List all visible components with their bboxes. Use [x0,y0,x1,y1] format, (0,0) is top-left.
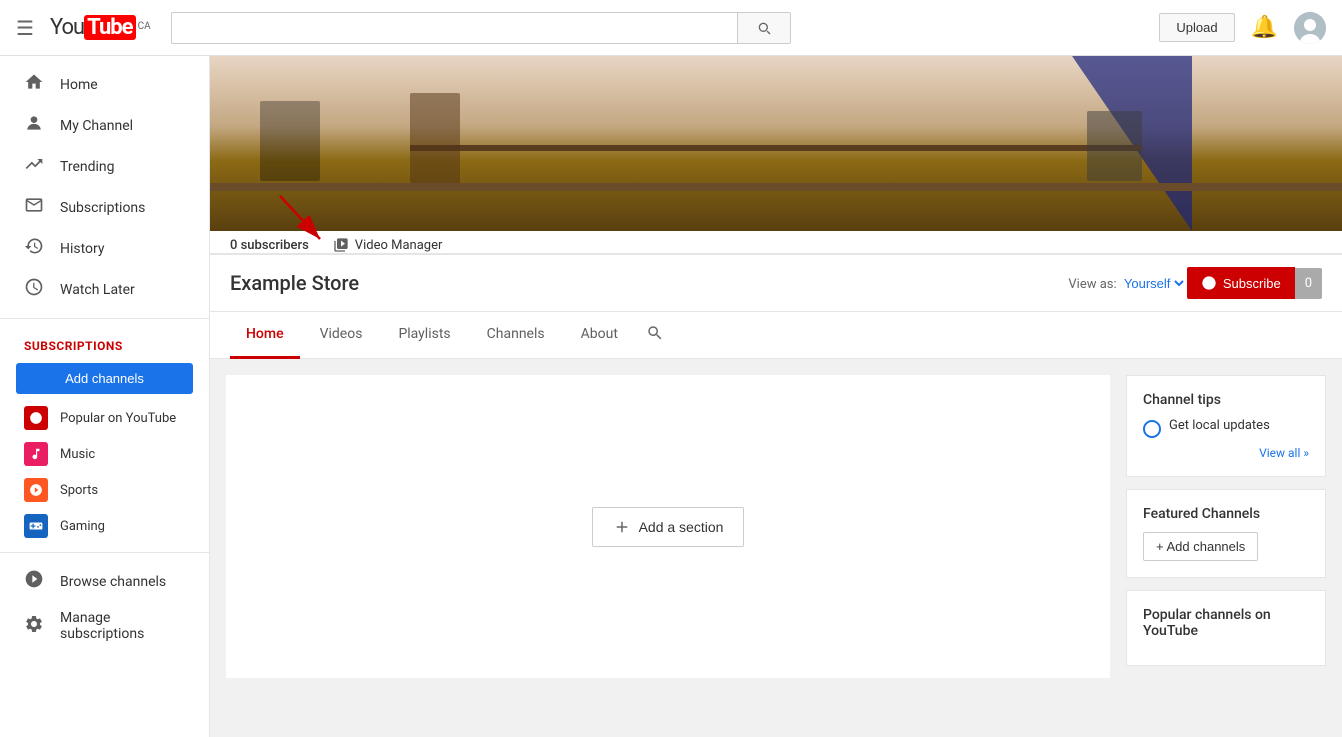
popular-channels-widget: Popular channels on YouTube [1126,590,1326,666]
watchlater-icon [24,277,44,302]
tab-channels[interactable]: Channels [471,312,561,359]
channel-banner [210,56,1342,231]
sidebar-item-label: Subscriptions [60,200,145,216]
sidebar-item-history[interactable]: History [0,228,209,269]
search-bar [171,12,791,44]
channel-body: Add a section Channel tips Get local upd… [210,359,1342,694]
sidebar-item-label: Watch Later [60,282,135,298]
sub-item-label: Music [60,447,95,462]
add-section-label: Add a section [639,519,724,535]
view-all-link[interactable]: View all » [1143,446,1309,460]
logo[interactable]: YouTube CA [50,15,151,40]
featured-channels-widget: Featured Channels + Add channels [1126,489,1326,578]
sidebar-item-trending[interactable]: Trending [0,146,209,187]
trending-icon [24,154,44,179]
right-actions: Upload 🔔 [1159,12,1326,44]
channel-main-area: Add a section [226,375,1110,678]
subscribe-label: Subscribe [1223,276,1281,291]
channel-tabs: Home Videos Playlists Channels About [210,312,1342,359]
subscribe-count: 0 [1295,268,1322,299]
sub-item-music[interactable]: Music [0,436,209,472]
sidebar-item-label: History [60,241,105,257]
sidebar-item-subscriptions[interactable]: Subscriptions [0,187,209,228]
tab-playlists[interactable]: Playlists [382,312,466,359]
region-badge: CA [138,21,151,32]
local-updates-item: Get local updates [1143,418,1309,438]
sidebar-item-label: My Channel [60,118,133,134]
page-layout: Home My Channel Trending Subscriptions H… [0,56,1342,737]
popular-channels-title: Popular channels on YouTube [1143,607,1309,639]
sidebar-item-label: Home [60,77,98,93]
featured-channels-title: Featured Channels [1143,506,1309,522]
divider2 [0,552,209,553]
channel-name: Example Store [230,271,1052,295]
video-manager-link[interactable]: Video Manager [333,237,443,253]
sidebar-item-manage-subscriptions[interactable]: Manage subscriptions [0,602,209,650]
search-button[interactable] [737,12,791,44]
channel-tips-widget: Channel tips Get local updates View all … [1126,375,1326,477]
sidebar: Home My Channel Trending Subscriptions H… [0,56,210,737]
local-updates-icon [1143,420,1161,438]
manage-subs-icon [24,614,44,639]
add-channels-widget-button[interactable]: + Add channels [1143,532,1258,561]
upload-button[interactable]: Upload [1159,13,1234,42]
channel-tips-title: Channel tips [1143,392,1309,408]
tab-search-icon[interactable] [646,324,664,347]
music-icon [24,442,48,466]
sub-item-label: Sports [60,483,98,498]
browse-channels-icon [24,569,44,594]
mychannel-icon [24,113,44,138]
tab-videos[interactable]: Videos [304,312,379,359]
sub-item-sports[interactable]: Sports [0,472,209,508]
add-section-button[interactable]: Add a section [592,507,745,547]
popular-icon [24,406,48,430]
sub-item-gaming[interactable]: Gaming [0,508,209,544]
tab-about[interactable]: About [565,312,634,359]
sidebar-item-mychannel[interactable]: My Channel [0,105,209,146]
sidebar-item-label: Browse channels [60,574,166,590]
history-icon [24,236,44,261]
sidebar-item-label: Trending [60,159,115,175]
local-updates-label: Get local updates [1169,418,1270,433]
sub-item-label: Gaming [60,519,105,534]
subscriber-count: 0 subscribers [230,238,309,253]
subscribe-button[interactable]: Subscribe [1187,267,1295,299]
hamburger-menu[interactable]: ☰ [16,16,34,40]
video-manager-label: Video Manager [355,238,443,253]
sports-icon [24,478,48,502]
sidebar-item-label: Manage subscriptions [60,610,185,642]
subscribers-bar-wrapper: 0 subscribers Video Manager [210,231,1342,255]
sidebar-item-home[interactable]: Home [0,64,209,105]
divider [0,318,209,319]
notification-bell[interactable]: 🔔 [1251,15,1278,40]
channel-right-sidebar: Channel tips Get local updates View all … [1126,375,1326,678]
sub-item-popular[interactable]: Popular on YouTube [0,400,209,436]
top-navigation: ☰ YouTube CA Upload 🔔 [0,0,1342,56]
channel-info-bar: Example Store View as: Yourself Subscrib… [210,255,1342,312]
subscribe-button-group: Subscribe 0 [1187,267,1322,299]
avatar[interactable] [1294,12,1326,44]
subscriptions-icon [24,195,44,220]
main-content: 0 subscribers Video Manager [210,56,1342,737]
gaming-icon [24,514,48,538]
add-channels-button[interactable]: Add channels [16,363,193,394]
sidebar-item-watchlater[interactable]: Watch Later [0,269,209,310]
view-as-label: View as: Yourself [1068,275,1187,292]
view-as-select[interactable]: Yourself [1120,275,1187,292]
sidebar-item-browse-channels[interactable]: Browse channels [0,561,209,602]
home-icon [24,72,44,97]
subscriptions-section-title: SUBSCRIPTIONS [0,327,209,357]
sub-item-label: Popular on YouTube [60,411,176,426]
subscribers-bar: 0 subscribers Video Manager [210,231,1342,254]
tab-home[interactable]: Home [230,312,300,359]
search-input[interactable] [171,12,737,44]
